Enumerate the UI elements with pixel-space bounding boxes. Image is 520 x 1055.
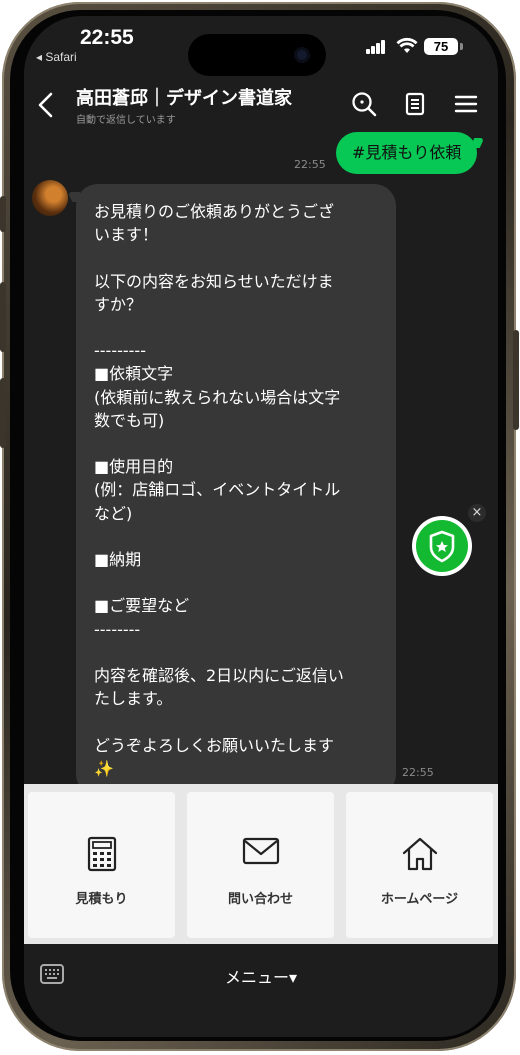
menu-icon[interactable] [452, 90, 480, 118]
close-icon[interactable]: × [468, 504, 486, 522]
cellular-signal-icon [366, 40, 386, 54]
bottom-bar: メニュー▾ [24, 944, 498, 1037]
envelope-icon [242, 837, 279, 865]
floating-shield-badge[interactable] [412, 516, 472, 576]
avatar[interactable] [32, 180, 68, 216]
volume-up-button [0, 282, 6, 352]
wifi-icon [396, 37, 418, 53]
battery-tip [460, 43, 463, 50]
received-message-bubble[interactable]: お見積りのご依頼ありがとうござ います！ 以下の内容をお知らせいただけま すか？… [76, 184, 396, 796]
sent-message-time: 22:55 [294, 158, 326, 171]
volume-down-button [0, 378, 6, 448]
rich-menu-item-homepage[interactable]: ホームページ [346, 792, 493, 938]
received-message-text: お見積りのご依頼ありがとうござ います！ 以下の内容をお知らせいただけま すか？… [94, 202, 344, 778]
rich-menu-label: 問い合わせ [227, 892, 293, 907]
status-bar: 22:55 ◂ Safari 75 [24, 16, 498, 76]
received-message-time: 22:55 [402, 766, 434, 779]
menu-toggle-button[interactable]: メニュー▾ [24, 964, 498, 988]
status-time: 22:55 [80, 26, 134, 49]
calculator-icon [87, 836, 116, 872]
chat-title: 高田蒼邱｜デザイン書道家 [76, 88, 292, 109]
rich-menu-item-contact[interactable]: 問い合わせ [187, 792, 334, 938]
battery-indicator: 75 [424, 38, 458, 55]
dynamic-island [188, 34, 326, 76]
rich-menu-label: ホームページ [380, 892, 459, 907]
search-icon[interactable] [350, 90, 378, 118]
note-icon[interactable] [401, 90, 429, 118]
screen: 22:55 ◂ Safari 75 高田蒼邱｜デザイン書道家 自動で返信していま… [24, 16, 498, 1037]
back-to-app-link[interactable]: ◂ Safari [36, 50, 77, 64]
shield-star-icon [429, 530, 455, 563]
power-button [513, 330, 519, 430]
back-chevron-icon[interactable] [34, 90, 58, 120]
sent-message-bubble[interactable]: #見積もり依頼 [336, 132, 478, 174]
action-button [0, 196, 6, 232]
chat-header: 高田蒼邱｜デザイン書道家 自動で返信しています [24, 74, 498, 132]
home-icon [402, 837, 437, 871]
rich-menu: 見積もり 問い合わせ ホームページ [24, 784, 498, 944]
chat-subtitle: 自動で返信しています [76, 115, 176, 126]
chat-area[interactable]: #見積もり依頼 22:55 お見積りのご依頼ありがとうござ います！ 以下の内容… [24, 132, 498, 796]
camera-icon [294, 47, 310, 63]
rich-menu-label: 見積もり [75, 892, 128, 907]
rich-menu-item-estimate[interactable]: 見積もり [28, 792, 175, 938]
